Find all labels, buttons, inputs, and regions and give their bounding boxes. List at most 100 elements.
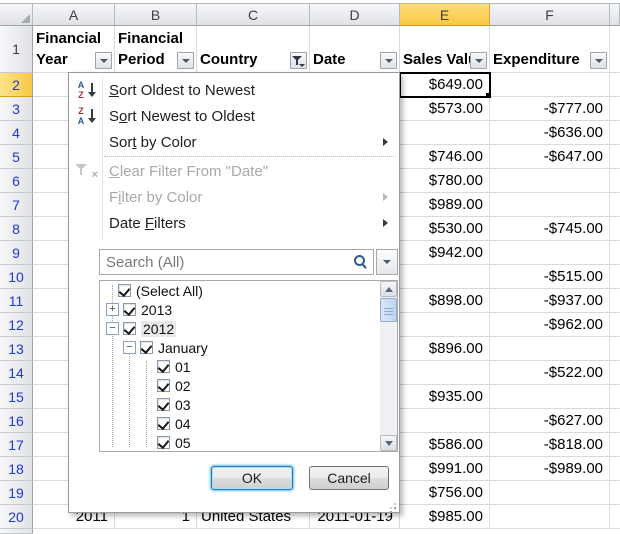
cell-E18[interactable]: $991.00 [400,457,490,481]
cell-E9[interactable]: $942.00 [400,241,490,265]
header-financial-year[interactable]: Financial Year [33,26,115,73]
cell-F12[interactable]: -$962.00 [490,313,610,337]
collapse-minus-icon[interactable]: − [123,341,136,354]
checkbox-2013[interactable] [123,303,136,316]
header-sales-value[interactable]: Sales Value [400,26,490,73]
cell-F15[interactable] [490,385,610,409]
cancel-button[interactable]: Cancel [309,466,389,490]
row-header-19[interactable]: 19 [0,481,33,505]
tree-item-january[interactable]: −January [100,338,380,357]
row-header-16[interactable]: 16 [0,409,33,433]
row-header-13[interactable]: 13 [0,337,33,361]
row-header-12[interactable]: 12 [0,313,33,337]
cell-F20[interactable] [490,505,610,529]
scrollbar-thumb[interactable] [380,298,397,322]
menu-item-sort-oldest-to-newest[interactable]: AZSort Oldest to Newest [69,77,399,103]
collapse-minus-icon[interactable]: − [106,322,119,335]
checkbox-2012[interactable] [123,322,136,335]
financial-year-filter-button[interactable] [95,52,112,69]
row-header-18[interactable]: 18 [0,457,33,481]
menu-item-sort-newest-to-oldest[interactable]: ZASort Newest to Oldest [69,103,399,129]
checkbox-04[interactable] [157,417,170,430]
cell-F4[interactable]: -$636.00 [490,121,610,145]
search-input[interactable] [99,249,374,275]
column-header-b[interactable]: B [115,4,197,26]
tree-item-select-all[interactable]: (Select All) [100,281,380,300]
column-header-e[interactable]: E [400,4,490,26]
tree-item-01[interactable]: 01 [100,357,380,376]
cell-F8[interactable]: -$745.00 [490,217,610,241]
row-header-9[interactable]: 9 [0,241,33,265]
tree-item-02[interactable]: 02 [100,376,380,395]
row-header-6[interactable]: 6 [0,169,33,193]
header-date[interactable]: Date [310,26,400,73]
checkbox-january[interactable] [140,341,153,354]
cell-F6[interactable] [490,169,610,193]
cell-E11[interactable]: $898.00 [400,289,490,313]
column-header-f[interactable]: F [490,4,610,26]
tree-scrollbar[interactable] [380,281,397,451]
header-expenditure[interactable]: Expenditure [490,26,610,73]
tree-item-2012[interactable]: −2012 [100,319,380,338]
cell-F9[interactable] [490,241,610,265]
search-options-button[interactable] [376,249,398,275]
checkbox-01[interactable] [157,360,170,373]
checkbox-05[interactable] [157,436,170,449]
cell-F7[interactable] [490,193,610,217]
select-all-corner[interactable] [0,4,33,26]
row-header-2[interactable]: 2 [0,73,33,97]
date-filter-button[interactable] [380,52,397,69]
cell-E12[interactable] [400,313,490,337]
cell-F3[interactable]: -$777.00 [490,97,610,121]
row-header-8[interactable]: 8 [0,217,33,241]
checkbox-03[interactable] [157,398,170,411]
country-filter-button[interactable] [290,52,307,69]
row-header-14[interactable]: 14 [0,361,33,385]
sales-value-filter-button[interactable] [470,52,487,69]
expand-plus-icon[interactable]: + [106,303,119,316]
checkbox-select-all[interactable] [118,284,131,297]
row-header-3[interactable]: 3 [0,97,33,121]
ok-button[interactable]: OK [211,466,293,490]
cell-E7[interactable]: $989.00 [400,193,490,217]
cell-F13[interactable] [490,337,610,361]
checkbox-02[interactable] [157,379,170,392]
row-header-5[interactable]: 5 [0,145,33,169]
cell-E4[interactable] [400,121,490,145]
cell-E15[interactable]: $935.00 [400,385,490,409]
cell-F14[interactable]: -$522.00 [490,361,610,385]
row-header-20[interactable]: 20 [0,505,33,529]
cell-F11[interactable]: -$937.00 [490,289,610,313]
row-header-7[interactable]: 7 [0,193,33,217]
expenditure-filter-button[interactable] [590,52,607,69]
cell-E14[interactable] [400,361,490,385]
column-header-a[interactable]: A [33,4,115,26]
cell-E17[interactable]: $586.00 [400,433,490,457]
row-header-4[interactable]: 4 [0,121,33,145]
cell-E8[interactable]: $530.00 [400,217,490,241]
cell-F2[interactable] [490,73,610,97]
cell-E19[interactable]: $756.00 [400,481,490,505]
tree-item-05[interactable]: 05 [100,433,380,451]
row-header-15[interactable]: 15 [0,385,33,409]
header-financial-period[interactable]: Financial Period [115,26,197,73]
financial-period-filter-button[interactable] [177,52,194,69]
cell-E10[interactable] [400,265,490,289]
row-header-11[interactable]: 11 [0,289,33,313]
scroll-up-button[interactable] [380,281,397,297]
header-country[interactable]: Country [197,26,310,73]
scroll-down-button[interactable] [380,435,397,451]
cell-F18[interactable]: -$989.00 [490,457,610,481]
cell-F19[interactable] [490,481,610,505]
cell-F10[interactable]: -$515.00 [490,265,610,289]
row-header-10[interactable]: 10 [0,265,33,289]
tree-item-2013[interactable]: +2013 [100,300,380,319]
fill-handle[interactable] [485,92,490,97]
cell-E16[interactable] [400,409,490,433]
cell-F16[interactable]: -$627.00 [490,409,610,433]
cell-E20[interactable]: $985.00 [400,505,490,529]
cell-E6[interactable]: $780.00 [400,169,490,193]
cell-E5[interactable]: $746.00 [400,145,490,169]
column-header-c[interactable]: C [197,4,310,26]
row-header-17[interactable]: 17 [0,433,33,457]
